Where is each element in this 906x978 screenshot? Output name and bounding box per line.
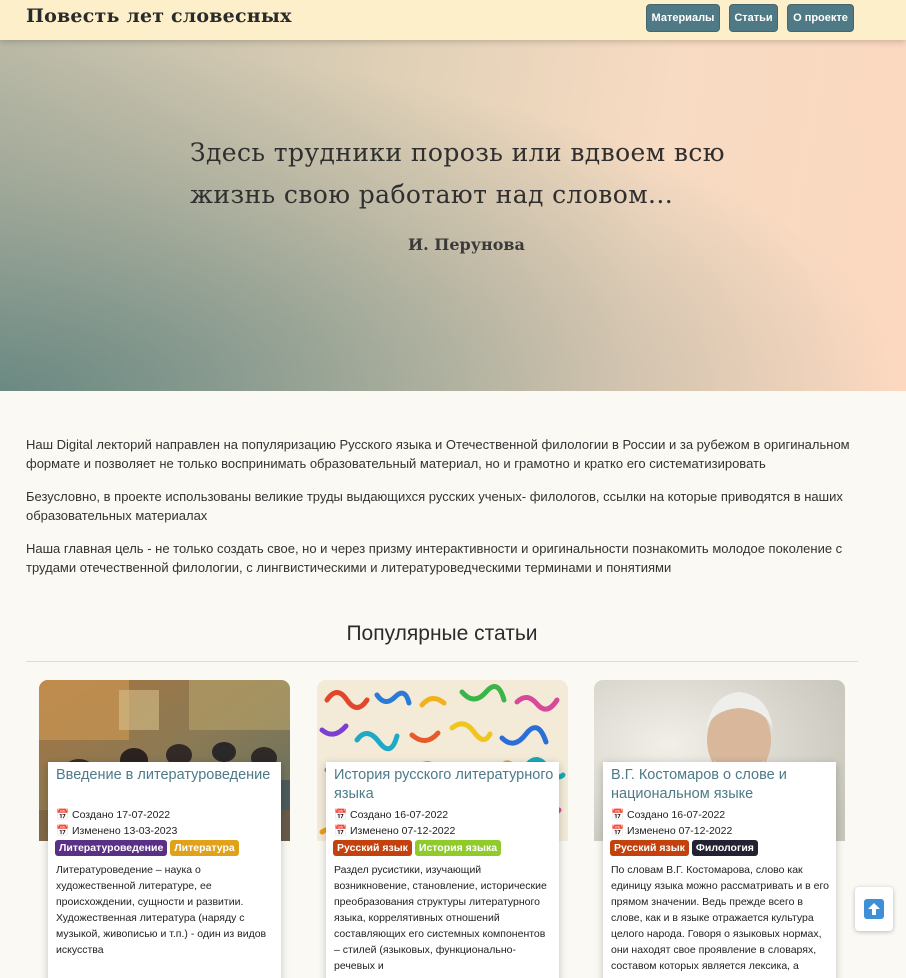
hero-quote-author: И. Перунова — [408, 235, 525, 254]
article-excerpt: Раздел русистики, изучающий возникновени… — [334, 864, 547, 972]
tag-list: Русский язык История языка — [333, 840, 502, 856]
article-card-header: Введение в литературоведение 📅 Создано 1… — [48, 762, 281, 841]
nav-materials-button[interactable]: Материалы — [646, 4, 720, 32]
nav-articles-button[interactable]: Статьи — [729, 4, 778, 32]
created-date: 📅 Создано 16-07-2022 — [334, 809, 449, 821]
calendar-icon: 📅 — [56, 825, 70, 837]
article-title-link[interactable]: В.Г. Костомаров о слове и национальном я… — [611, 766, 831, 804]
tag-list: Русский язык Филология — [610, 840, 758, 856]
article-card-body: История русского литературного языка 📅 С… — [326, 762, 559, 978]
article-card-header: История русского литературного языка 📅 С… — [326, 762, 559, 841]
intro-paragraph: Наш Digital лекторий направлен на популя… — [26, 437, 850, 471]
article-card[interactable]: История русского литературного языка 📅 С… — [317, 680, 568, 978]
article-card-header: В.Г. Костомаров о слове и национальном я… — [603, 762, 836, 841]
article-title-link[interactable]: Введение в литературоведение — [56, 766, 276, 785]
tag-badge[interactable]: Филология — [691, 840, 758, 856]
article-card-body: Введение в литературоведение 📅 Создано 1… — [48, 762, 281, 978]
tag-badge[interactable]: Литературоведение — [55, 840, 168, 856]
calendar-icon: 📅 — [334, 809, 348, 821]
navbar: Повесть лет словесных Материалы Статьи О… — [0, 0, 906, 40]
tag-badge[interactable]: Русский язык — [333, 840, 412, 856]
article-card[interactable]: Введение в литературоведение 📅 Создано 1… — [39, 680, 290, 978]
tag-badge[interactable]: История языка — [414, 840, 502, 856]
popular-articles-heading: Популярные статьи — [346, 622, 538, 645]
modified-date: 📅 Изменено 07-12-2022 — [334, 825, 456, 837]
hero-banner: Здесь трудники порозь или вдвоем всю жиз… — [0, 40, 906, 391]
tag-badge[interactable]: Литература — [170, 840, 239, 856]
tag-badge[interactable]: Русский язык — [610, 840, 689, 856]
modified-date: 📅 Изменено 13-03-2023 — [56, 825, 178, 837]
article-excerpt: Литературоведение – наука о художественн… — [56, 864, 267, 956]
intro-paragraph: Безусловно, в проекте использованы велик… — [26, 489, 843, 523]
arrow-up-icon — [864, 899, 884, 919]
created-date: 📅 Создано 17-07-2022 — [56, 809, 171, 821]
calendar-icon: 📅 — [611, 825, 625, 837]
tag-list: Литературоведение Литература — [55, 840, 239, 856]
section-divider — [26, 661, 858, 662]
article-card[interactable]: В.Г. Костомаров о слове и национальном я… — [594, 680, 845, 978]
nav-about-button[interactable]: О проекте — [787, 4, 854, 32]
article-excerpt: По словам В.Г. Костомарова, слово как ед… — [611, 864, 829, 972]
created-date: 📅 Создано 16-07-2022 — [611, 809, 726, 821]
intro-paragraph: Наша главная цель - не только создать св… — [26, 541, 843, 575]
scroll-top-button[interactable] — [855, 887, 893, 931]
calendar-icon: 📅 — [334, 825, 348, 837]
article-title-link[interactable]: История русского литературного языка — [334, 766, 554, 804]
hero-quote: Здесь трудники порозь или вдвоем всю жиз… — [190, 138, 725, 209]
calendar-icon: 📅 — [56, 809, 70, 821]
calendar-icon: 📅 — [611, 809, 625, 821]
article-card-body: В.Г. Костомаров о слове и национальном я… — [603, 762, 836, 978]
modified-date: 📅 Изменено 07-12-2022 — [611, 825, 733, 837]
site-brand[interactable]: Повесть лет словесных — [26, 5, 292, 27]
